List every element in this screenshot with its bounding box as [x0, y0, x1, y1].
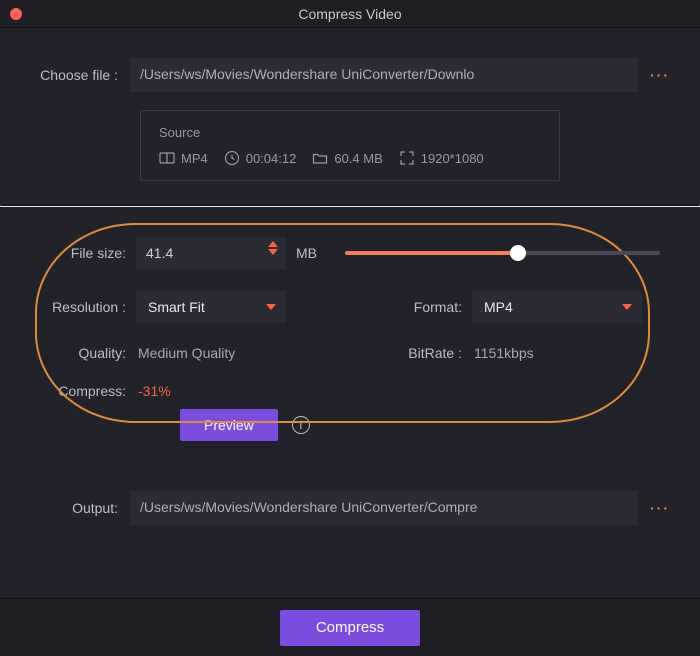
source-duration: 00:04:12	[224, 150, 297, 166]
file-size-label: File size:	[40, 245, 136, 261]
stepper-down-icon[interactable]	[268, 249, 278, 255]
resolution-label: Resolution :	[40, 299, 136, 315]
compress-button[interactable]: Compress	[280, 610, 420, 646]
resolution-value: Smart Fit	[148, 299, 205, 315]
choose-file-label: Choose file :	[30, 67, 130, 83]
format-value: MP4	[484, 299, 513, 315]
bitrate-value: 1151kbps	[472, 345, 534, 361]
folder-icon	[312, 150, 328, 166]
source-format: MP4	[159, 150, 208, 166]
bitrate-label: BitRate :	[400, 345, 472, 361]
source-size-value: 60.4 MB	[334, 151, 382, 166]
file-size-slider[interactable]	[345, 243, 660, 263]
settings-area: File size: 41.4 MB Resolution : Smart Fi…	[0, 207, 700, 451]
preview-button[interactable]: Preview	[180, 409, 278, 441]
chevron-down-icon	[266, 304, 276, 310]
film-icon	[159, 150, 175, 166]
chevron-down-icon	[622, 304, 632, 310]
output-label: Output:	[30, 500, 130, 516]
file-size-value: 41.4	[146, 245, 173, 261]
source-duration-value: 00:04:12	[246, 151, 297, 166]
source-box: Source MP4 00:04:12	[140, 110, 560, 181]
file-size-input[interactable]: 41.4	[136, 237, 286, 269]
footer: Compress	[0, 598, 700, 656]
info-icon[interactable]: i	[292, 416, 310, 434]
source-size: 60.4 MB	[312, 150, 382, 166]
choose-file-section: Choose file : /Users/ws/Movies/Wondersha…	[0, 28, 700, 205]
expand-icon	[399, 150, 415, 166]
output-more-icon[interactable]: ···	[638, 500, 670, 516]
source-label: Source	[159, 125, 541, 140]
window-title: Compress Video	[0, 6, 700, 22]
titlebar: Compress Video	[0, 0, 700, 28]
compress-value: -31%	[136, 383, 171, 399]
file-size-stepper[interactable]	[268, 241, 278, 255]
choose-file-more-icon[interactable]: ···	[638, 67, 670, 83]
output-section: Output: /Users/ws/Movies/Wondershare Uni…	[0, 451, 700, 525]
compress-label: Compress:	[40, 383, 136, 399]
source-resolution: 1920*1080	[399, 150, 484, 166]
stepper-up-icon[interactable]	[268, 241, 278, 247]
quality-label: Quality:	[40, 345, 136, 361]
output-input[interactable]: /Users/ws/Movies/Wondershare UniConverte…	[130, 491, 638, 525]
clock-icon	[224, 150, 240, 166]
choose-file-input[interactable]: /Users/ws/Movies/Wondershare UniConverte…	[130, 58, 638, 92]
file-size-unit: MB	[296, 245, 317, 261]
slider-fill	[345, 251, 518, 255]
format-select[interactable]: MP4	[472, 291, 642, 323]
format-label: Format:	[400, 299, 472, 315]
resolution-select[interactable]: Smart Fit	[136, 291, 286, 323]
slider-thumb[interactable]	[510, 245, 526, 261]
quality-value: Medium Quality	[136, 345, 235, 361]
source-format-value: MP4	[181, 151, 208, 166]
source-resolution-value: 1920*1080	[421, 151, 484, 166]
